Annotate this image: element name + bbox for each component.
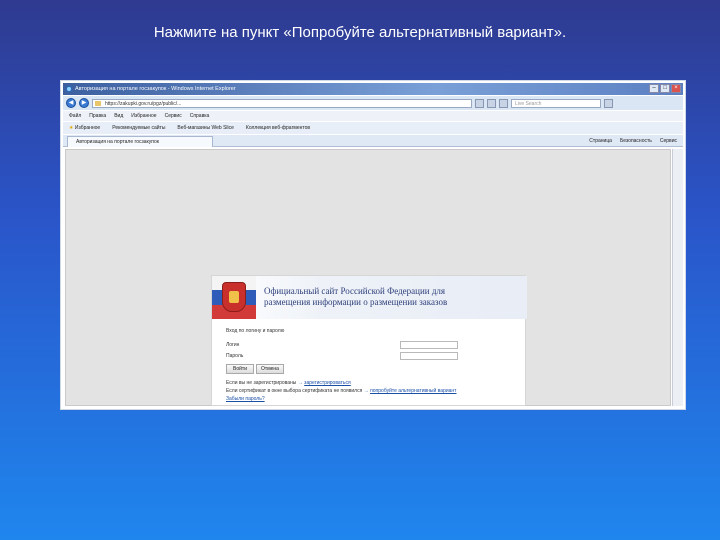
- cancel-button[interactable]: Отмена: [256, 364, 284, 374]
- password-label: Пароль: [226, 353, 244, 359]
- command-security[interactable]: Безопасность: [620, 137, 652, 145]
- tab-active[interactable]: Авторизация на портале госзакупок: [67, 136, 213, 147]
- password-input[interactable]: [400, 352, 458, 360]
- page-viewport: Официальный сайт Российской Федерации дл…: [65, 149, 671, 406]
- menu-tools[interactable]: Сервис: [165, 111, 182, 121]
- search-input[interactable]: Live Search: [511, 98, 601, 108]
- favorites-item[interactable]: Коллекция веб-фрагментов: [246, 122, 310, 134]
- search-icon[interactable]: [604, 98, 613, 108]
- command-tools[interactable]: Сервис: [660, 137, 677, 145]
- forgot-password-link[interactable]: Забыли пароль?: [226, 396, 265, 402]
- forgot-line: Забыли пароль?: [226, 395, 516, 403]
- password-row: Пароль: [226, 351, 516, 361]
- command-page[interactable]: Страница: [589, 137, 612, 145]
- alt-line: Если сертификат в окне выбора сертификат…: [226, 388, 457, 394]
- back-icon[interactable]: ◀: [66, 98, 76, 108]
- menu-edit[interactable]: Правка: [89, 111, 106, 121]
- favorites-item[interactable]: Веб-магазины Web Slice: [177, 122, 234, 134]
- register-line: Если вы не зарегистрированы → зарегистри…: [226, 380, 351, 386]
- maximize-icon[interactable]: □: [660, 84, 670, 93]
- form-buttons: Войти Отмена: [226, 364, 516, 374]
- favorites-item[interactable]: Рекомендуемые сайты: [112, 122, 165, 134]
- coat-of-arms-icon: [222, 282, 246, 312]
- login-panel: Официальный сайт Российской Федерации дл…: [211, 275, 527, 406]
- russian-flag-emblem-icon: [212, 276, 256, 319]
- register-link[interactable]: зарегистрироваться: [304, 380, 351, 386]
- tab-row: Авторизация на портале госзакупок Страни…: [63, 135, 683, 147]
- site-title: Официальный сайт Российской Федерации дл…: [264, 286, 448, 307]
- command-bar: Страница Безопасность Сервис: [589, 137, 677, 145]
- window-controls: – □ ×: [649, 84, 681, 93]
- browser-screenshot: Авторизация на портале госзакупок - Wind…: [60, 80, 686, 410]
- refresh-icon[interactable]: [487, 98, 496, 108]
- login-label: Логин: [226, 342, 240, 348]
- star-icon: ★: [69, 125, 74, 131]
- menu-view[interactable]: Вид: [114, 111, 123, 121]
- menu-bar: Файл Правка Вид Избранное Сервис Справка: [63, 111, 683, 121]
- vertical-scrollbar[interactable]: [672, 149, 683, 406]
- help-links: Если вы не зарегистрированы → зарегистри…: [226, 379, 516, 403]
- site-banner: Официальный сайт Российской Федерации дл…: [212, 276, 527, 319]
- slide-instruction: Нажмите на пункт «Попробуйте альтернатив…: [153, 24, 567, 41]
- login-form: Вход по логину и паролю Логин Пароль Вой…: [226, 328, 516, 403]
- menu-file[interactable]: Файл: [69, 111, 81, 121]
- menu-help[interactable]: Справка: [190, 111, 210, 121]
- forward-icon[interactable]: ▶: [79, 98, 89, 108]
- stop-icon[interactable]: [499, 98, 508, 108]
- form-header: Вход по логину и паролю: [226, 328, 285, 334]
- address-bar: ◀ ▶ https://zakupki.gov.ru/pgz/public/..…: [63, 96, 683, 110]
- alternative-variant-link[interactable]: попробуйте альтернативный вариант: [370, 388, 456, 394]
- login-row: Логин: [226, 340, 516, 350]
- url-field[interactable]: https://zakupki.gov.ru/pgz/public/...: [92, 98, 472, 108]
- window-titlebar: Авторизация на портале госзакупок - Wind…: [63, 83, 683, 95]
- close-icon[interactable]: ×: [671, 84, 681, 93]
- menu-favorites[interactable]: Избранное: [131, 111, 156, 121]
- login-input[interactable]: [400, 341, 458, 349]
- favorites-bar: ★ Избранное Рекомендуемые сайты Веб-мага…: [63, 122, 683, 134]
- ie-logo-icon: [66, 86, 72, 92]
- window-title: Авторизация на портале госзакупок - Wind…: [75, 86, 236, 92]
- minimize-icon[interactable]: –: [649, 84, 659, 93]
- login-button[interactable]: Войти: [226, 364, 254, 374]
- lock-icon[interactable]: [475, 98, 484, 108]
- favorites-button[interactable]: ★ Избранное: [69, 122, 100, 134]
